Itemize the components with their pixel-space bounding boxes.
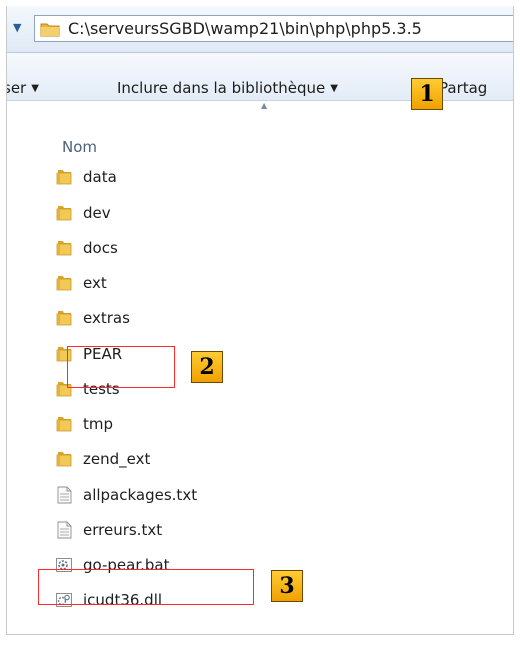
text-file-icon bbox=[55, 521, 73, 539]
chevron-down-icon: ▼ bbox=[330, 83, 338, 94]
highlight-box-pear bbox=[67, 346, 175, 388]
list-item-label: extras bbox=[83, 309, 130, 327]
list-item[interactable]: tmp bbox=[55, 409, 113, 439]
folder-icon bbox=[55, 415, 73, 433]
list-item[interactable]: allpackages.txt bbox=[55, 480, 197, 510]
list-item-label: data bbox=[83, 168, 117, 186]
list-item-label: tmp bbox=[83, 415, 114, 433]
folder-icon bbox=[55, 239, 73, 257]
share-menu[interactable]: Partag bbox=[439, 79, 487, 97]
list-item-label: docs bbox=[83, 239, 118, 257]
folder-icon bbox=[55, 168, 73, 186]
folder-icon bbox=[40, 23, 60, 37]
list-item[interactable]: extras bbox=[55, 303, 130, 333]
list-item[interactable]: docs bbox=[55, 233, 118, 263]
organize-menu[interactable]: ser ▼ bbox=[7, 79, 39, 97]
list-item-label: zend_ext bbox=[83, 450, 151, 468]
include-in-library-menu[interactable]: Inclure dans la bibliothèque ▼ bbox=[117, 79, 338, 97]
text-file-icon bbox=[55, 486, 73, 504]
highlight-box-go-pear bbox=[38, 569, 254, 605]
list-item-label: ext bbox=[83, 274, 107, 292]
chevron-down-icon: ▼ bbox=[31, 83, 39, 94]
address-path: C:\serveursSGBD\wamp21\bin\php\php5.3.5 bbox=[68, 19, 422, 38]
column-name[interactable]: Nom bbox=[62, 138, 97, 156]
list-item-label: erreurs.txt bbox=[83, 521, 163, 539]
back-history-arrow-icon[interactable]: ▼ bbox=[13, 21, 27, 35]
sort-ascending-icon: ▲ bbox=[261, 101, 268, 110]
list-item[interactable]: data bbox=[55, 162, 117, 192]
list-item[interactable]: dev bbox=[55, 198, 111, 228]
folder-icon bbox=[55, 450, 73, 468]
list-item[interactable]: erreurs.txt bbox=[55, 515, 162, 545]
annotation-badge-3: 3 bbox=[271, 570, 303, 602]
folder-icon bbox=[55, 274, 73, 292]
annotation-badge-1: 1 bbox=[411, 78, 443, 110]
address-field[interactable]: C:\serveursSGBD\wamp21\bin\php\php5.3.5 bbox=[34, 15, 513, 42]
folder-icon bbox=[55, 204, 73, 222]
list-item[interactable]: zend_ext bbox=[55, 444, 150, 474]
organize-label: ser bbox=[7, 79, 27, 97]
annotation-badge-2: 2 bbox=[191, 351, 223, 383]
folder-icon bbox=[55, 309, 73, 327]
list-item[interactable]: ext bbox=[55, 268, 107, 298]
list-item-label: dev bbox=[83, 204, 111, 222]
explorer-window: ▼ C:\serveursSGBD\wamp21\bin\php\php5.3.… bbox=[6, 6, 514, 635]
address-bar: ▼ C:\serveursSGBD\wamp21\bin\php\php5.3.… bbox=[7, 6, 513, 53]
share-label: Partag bbox=[439, 79, 488, 97]
include-label: Inclure dans la bibliothèque bbox=[117, 79, 326, 97]
list-item-label: allpackages.txt bbox=[83, 486, 198, 504]
